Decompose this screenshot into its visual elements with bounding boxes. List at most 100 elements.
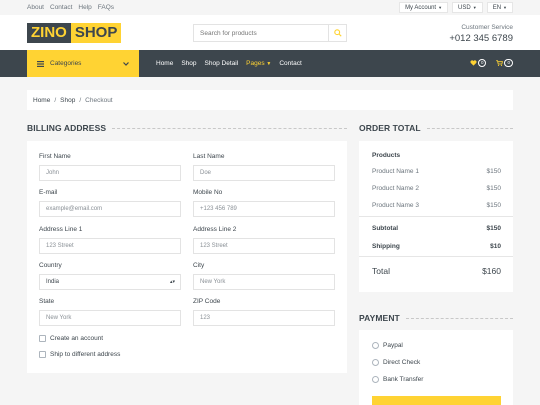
order-title-text: ORDER TOTAL: [359, 123, 421, 133]
cart-icon: [496, 60, 504, 66]
payment-option-label: Bank Transfer: [383, 376, 424, 383]
product-price: $150: [486, 185, 501, 192]
nav-shop-detail[interactable]: Shop Detail: [205, 60, 239, 67]
state-group: State New York: [39, 298, 181, 326]
account-dropdown[interactable]: My Account ▼: [399, 2, 449, 13]
categories-dropdown[interactable]: Categories: [27, 50, 139, 77]
customer-service: Customer Service +012 345 6789: [449, 24, 513, 44]
address2-input[interactable]: 123 Street: [193, 238, 335, 254]
main-nav: Categories Home Shop Shop Detail Pages ▼…: [0, 50, 540, 77]
product-row: Product Name 2 $150: [372, 185, 501, 192]
logo-left: ZINO: [27, 23, 71, 43]
menu-icon: [37, 60, 44, 67]
first-name-group: First Name John: [39, 153, 181, 181]
customer-service-phone: +012 345 6789: [449, 33, 513, 44]
breadcrumb-home[interactable]: Home: [33, 97, 50, 104]
breadcrumb-shop[interactable]: Shop: [60, 97, 75, 104]
about-link[interactable]: About: [27, 4, 44, 11]
checkbox-box[interactable]: [39, 351, 46, 358]
contact-link[interactable]: Contact: [50, 4, 72, 11]
ship-different-checkbox[interactable]: Ship to different address: [39, 351, 120, 358]
last-name-group: Last Name Doe: [193, 153, 335, 181]
last-name-input[interactable]: Doe: [193, 165, 335, 181]
cart-button[interactable]: 0: [496, 59, 513, 67]
site-logo[interactable]: ZINO SHOP: [27, 23, 122, 43]
product-price: $150: [486, 168, 501, 175]
mobile-label: Mobile No: [193, 189, 223, 196]
payment-option-direct-check[interactable]: Direct Check: [372, 359, 420, 366]
nav-icons: 0 0: [470, 59, 513, 67]
wishlist-button[interactable]: 0: [470, 59, 487, 67]
payment-title: PAYMENT: [359, 313, 513, 323]
ship-different-label: Ship to different address: [50, 351, 121, 358]
nav-home[interactable]: Home: [156, 60, 173, 67]
billing-title: BILLING ADDRESS: [27, 123, 347, 133]
first-name-input[interactable]: John: [39, 165, 181, 181]
search-input[interactable]: [194, 25, 328, 41]
zip-input[interactable]: 123: [193, 310, 335, 326]
faqs-link[interactable]: FAQs: [98, 4, 114, 11]
last-name-label: Last Name: [193, 153, 225, 160]
customer-service-label: Customer Service: [461, 24, 513, 31]
shipping-row: Shipping $10: [372, 243, 501, 250]
categories-label: Categories: [50, 60, 82, 67]
radio-button[interactable]: [372, 342, 379, 349]
radio-button[interactable]: [372, 376, 379, 383]
mobile-group: Mobile No +123 456 789: [193, 189, 335, 217]
wishlist-count: 0: [477, 59, 487, 67]
currency-dropdown[interactable]: USD ▼: [452, 2, 483, 13]
total-value: $160: [482, 266, 501, 276]
country-label: Country: [39, 262, 62, 269]
address1-group: Address Line 1 123 Street: [39, 226, 181, 254]
breadcrumb: Home / Shop / Checkout: [27, 90, 513, 110]
nav-contact[interactable]: Contact: [279, 60, 301, 67]
breadcrumb-separator: /: [79, 96, 82, 104]
address2-group: Address Line 2 123 Street: [193, 226, 335, 254]
top-right-dropdowns: My Account ▼ USD ▼ EN ▼: [399, 2, 513, 13]
payment-option-paypal[interactable]: Paypal: [372, 342, 403, 349]
mobile-input[interactable]: +123 456 789: [193, 201, 335, 217]
email-label: E-mail: [39, 189, 58, 196]
country-group: Country India ▴▾: [39, 262, 181, 290]
billing-title-text: BILLING ADDRESS: [27, 123, 107, 133]
help-link[interactable]: Help: [78, 4, 91, 11]
total-label: Total: [372, 266, 390, 276]
address1-input[interactable]: 123 Street: [39, 238, 181, 254]
checkbox-box[interactable]: [39, 335, 46, 342]
language-label: EN: [492, 5, 502, 11]
city-label: City: [193, 262, 205, 269]
shipping-value: $10: [490, 243, 501, 250]
search-button[interactable]: [328, 25, 346, 41]
account-label: My Account: [405, 5, 437, 11]
chevron-down-icon: ▼: [266, 61, 272, 67]
currency-label: USD: [458, 5, 471, 11]
address2-label: Address Line 2: [193, 226, 237, 233]
payment-option-bank-transfer[interactable]: Bank Transfer: [372, 376, 423, 383]
shipping-label: Shipping: [372, 243, 400, 250]
nav-shop[interactable]: Shop: [181, 60, 196, 67]
heart-icon: [470, 60, 477, 66]
nav-pages[interactable]: Pages ▼: [246, 60, 271, 67]
logo-right: SHOP: [70, 23, 122, 43]
divider: [359, 256, 513, 257]
divider: [359, 216, 513, 217]
language-dropdown[interactable]: EN ▼: [486, 2, 513, 13]
city-group: City New York: [193, 262, 335, 290]
city-input[interactable]: New York: [193, 274, 335, 290]
state-label: State: [39, 298, 55, 305]
first-name-label: First Name: [39, 153, 71, 160]
nav-links: Home Shop Shop Detail Pages ▼ Contact: [156, 60, 302, 67]
place-order-button[interactable]: [372, 396, 501, 405]
email-field[interactable]: example@email.com: [39, 201, 181, 217]
zip-label: ZIP Code: [193, 298, 221, 305]
product-price: $150: [486, 202, 501, 209]
search-icon: [333, 29, 342, 37]
select-arrows-icon: ▴▾: [169, 279, 175, 285]
create-account-checkbox[interactable]: Create an account: [39, 335, 103, 342]
order-title: ORDER TOTAL: [359, 123, 513, 133]
state-input[interactable]: New York: [39, 310, 181, 326]
zip-group: ZIP Code 123: [193, 298, 335, 326]
country-select[interactable]: India ▴▾: [39, 274, 181, 290]
radio-button[interactable]: [372, 359, 379, 366]
caret-down-icon: ▼: [503, 5, 507, 10]
